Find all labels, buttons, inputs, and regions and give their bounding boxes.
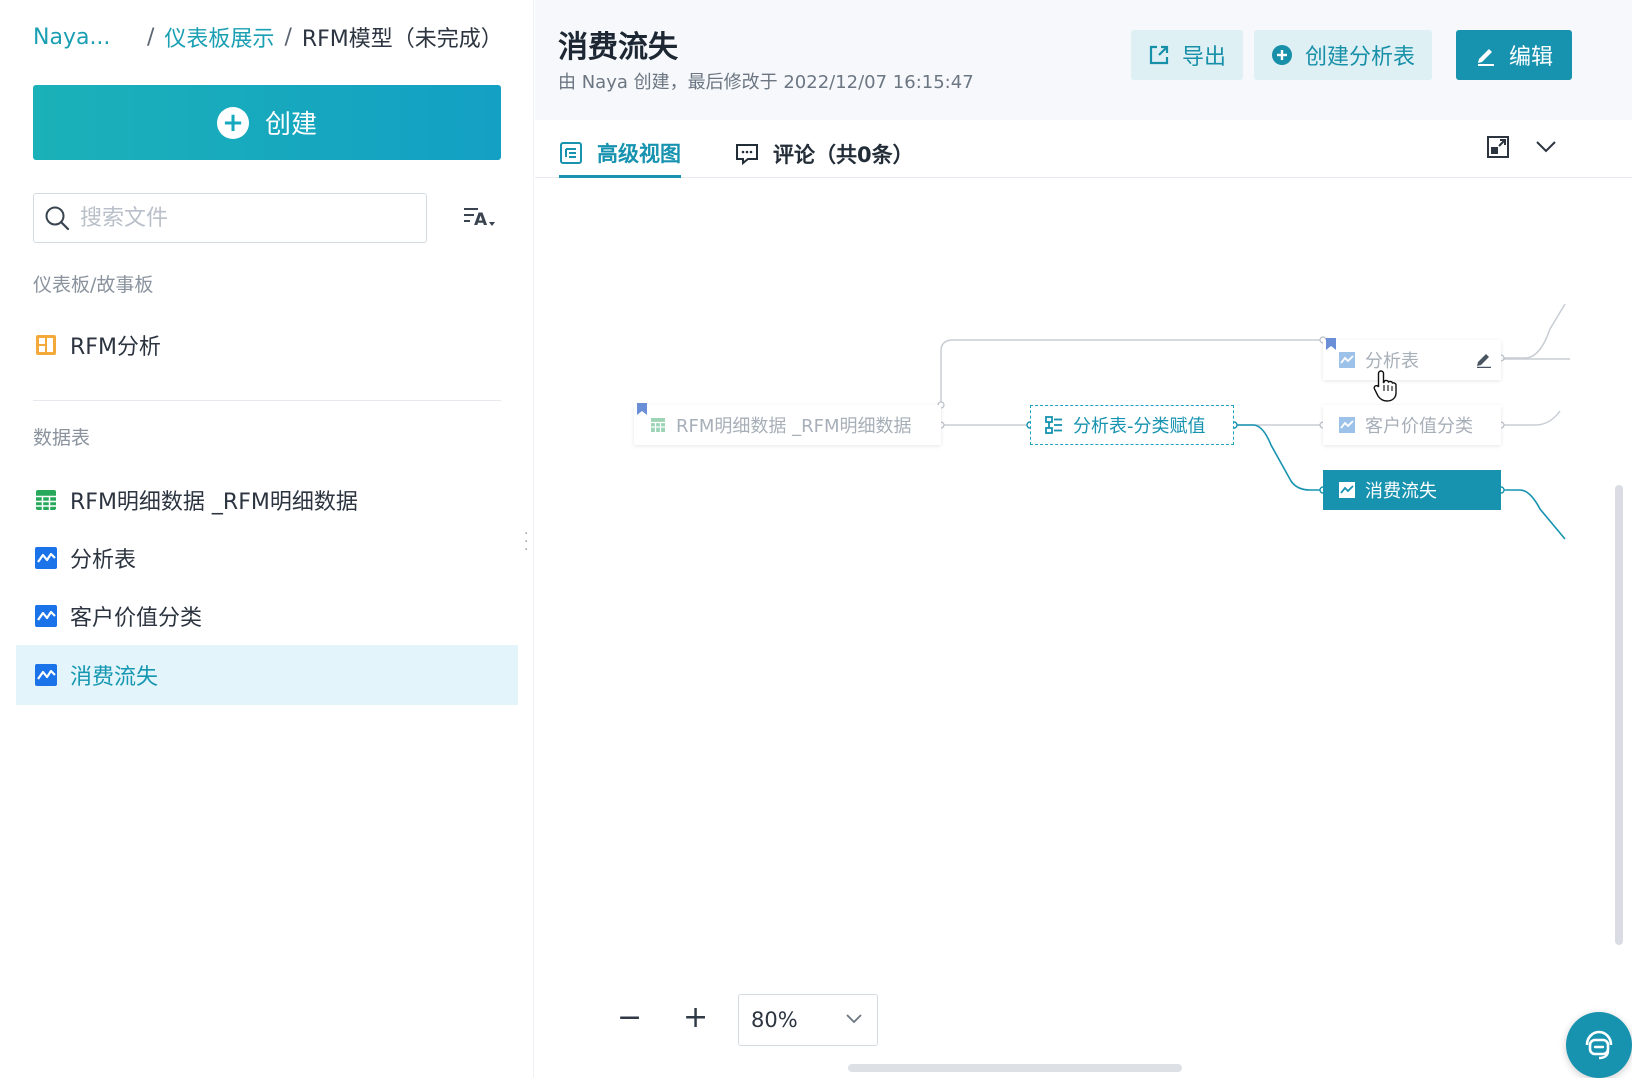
bookmark-icon: [637, 403, 647, 415]
chevron-down-icon: [846, 1014, 862, 1024]
chevron-down-icon[interactable]: [1535, 140, 1557, 154]
lineage-view-icon: [560, 141, 582, 164]
analysis-chart-icon: [34, 546, 58, 570]
horizontal-scrollbar[interactable]: [848, 1064, 1182, 1072]
breadcrumb-parent-link[interactable]: 仪表板展示: [164, 21, 274, 53]
main-header: 消费流失 由 Naya 创建，最后修改于 2022/12/07 16:15:47…: [535, 0, 1632, 120]
breadcrumb-current: RFM模型（未完成）: [301, 27, 503, 52]
search-input[interactable]: [80, 205, 400, 231]
page-meta: 由 Naya 创建，最后修改于 2022/12/07 16:15:47: [558, 72, 974, 93]
lineage-node-label: 客户价值分类: [1365, 416, 1473, 437]
fullscreen-icon[interactable]: [1487, 136, 1509, 158]
export-button[interactable]: 导出: [1131, 30, 1243, 80]
bookmark-icon: [1326, 338, 1336, 350]
lineage-node-consumption-churn[interactable]: 消费流失: [1323, 470, 1501, 510]
breadcrumb-separator: /: [147, 24, 155, 50]
lineage-node-transform[interactable]: 分析表-分类赋值: [1030, 405, 1234, 445]
hand-cursor-icon: [1373, 370, 1397, 402]
sidebar: Naya... / 仪表板展示 / RFM模型（未完成） + 创建 A 仪表板/…: [0, 0, 534, 1078]
sidebar-item-label: 消费流失: [70, 665, 159, 690]
tab-advanced-view[interactable]: 高级视图: [559, 130, 681, 178]
spreadsheet-icon: [650, 417, 666, 433]
create-analysis-table-label: 创建分析表: [1304, 45, 1415, 70]
plus-circle-icon: +: [216, 106, 249, 139]
lineage-node-customer-value[interactable]: 客户价值分类: [1323, 405, 1501, 445]
divider: [33, 400, 501, 401]
zoom-level-select[interactable]: 80%: [738, 994, 878, 1046]
analysis-chart-icon: [34, 604, 58, 628]
analysis-chart-icon: [34, 663, 58, 687]
section-title-dashboards: 仪表板/故事板: [33, 274, 154, 296]
search-box: [33, 193, 427, 243]
analysis-chart-icon: [1339, 417, 1355, 433]
zoom-in-button[interactable]: +: [683, 1000, 708, 1035]
lineage-canvas[interactable]: RFM明细数据 _RFM明细数据 分析表-分类赋值 分析表 客户价值分类 消费流…: [535, 179, 1632, 1078]
edit-button[interactable]: 编辑: [1456, 30, 1572, 80]
tab-label: 高级视图: [597, 141, 681, 166]
export-button-label: 导出: [1181, 45, 1226, 70]
tab-comments[interactable]: 评论（共0条）: [735, 130, 914, 178]
sidebar-item-consumption-churn[interactable]: 消费流失: [16, 645, 518, 705]
page-title: 消费流失: [558, 30, 678, 65]
transform-icon: [1045, 416, 1063, 434]
zoom-level-value: 80%: [751, 1008, 798, 1032]
analysis-chart-icon: [1339, 482, 1355, 498]
sidebar-item-label: 客户价值分类: [70, 606, 203, 631]
lineage-node-label: RFM明细数据 _RFM明细数据: [676, 416, 912, 437]
export-icon: [1149, 45, 1169, 65]
lineage-edges: [937, 303, 1570, 540]
view-tabs: 高级视图 评论（共0条）: [535, 120, 1632, 178]
search-icon: [45, 206, 70, 231]
headset-chat-icon: [1585, 1030, 1613, 1060]
pencil-icon[interactable]: [1475, 350, 1493, 368]
sidebar-item-analysis-table[interactable]: 分析表: [16, 528, 518, 588]
vertical-scrollbar[interactable]: [1615, 485, 1623, 945]
sidebar-item-label: RFM分析: [70, 335, 161, 360]
create-button[interactable]: + 创建: [33, 85, 501, 160]
section-title-tables: 数据表: [33, 427, 91, 449]
svg-text:A: A: [474, 210, 488, 230]
lineage-node-source[interactable]: RFM明细数据 _RFM明细数据: [634, 405, 941, 445]
resize-handle[interactable]: · · ·: [524, 527, 528, 557]
sidebar-item-rfm-analysis[interactable]: RFM分析: [16, 315, 518, 375]
breadcrumb-separator: /: [284, 24, 292, 50]
lineage-node-label: 分析表-分类赋值: [1073, 416, 1206, 437]
dashboard-grid-icon: [34, 333, 58, 357]
analysis-chart-icon: [1339, 352, 1355, 368]
sidebar-item-label: RFM明细数据 _RFM明细数据: [70, 490, 358, 515]
lineage-node-label: 消费流失: [1365, 481, 1437, 502]
tab-label: 评论（共0条）: [773, 143, 914, 167]
plus-circle-icon: [1271, 45, 1292, 65]
pencil-icon: [1477, 49, 1494, 66]
edit-button-label: 编辑: [1508, 45, 1553, 70]
zoom-out-button[interactable]: −: [617, 1000, 642, 1035]
breadcrumb: Naya... / 仪表板展示 / RFM模型（未完成）: [33, 21, 503, 53]
sort-icon[interactable]: A: [462, 203, 498, 235]
sidebar-item-customer-value[interactable]: 客户价值分类: [16, 586, 518, 646]
create-analysis-table-button[interactable]: 创建分析表: [1254, 30, 1432, 80]
comment-icon: [736, 144, 758, 166]
sidebar-item-label: 分析表: [70, 548, 137, 573]
breadcrumb-root-link[interactable]: Naya...: [33, 25, 137, 50]
sidebar-item-rfm-detail-data[interactable]: RFM明细数据 _RFM明细数据: [16, 470, 518, 530]
create-button-label: 创建: [264, 110, 317, 140]
customer-support-button[interactable]: [1566, 1012, 1632, 1078]
lineage-node-analysis-table[interactable]: 分析表: [1323, 340, 1501, 380]
spreadsheet-icon: [34, 488, 58, 512]
